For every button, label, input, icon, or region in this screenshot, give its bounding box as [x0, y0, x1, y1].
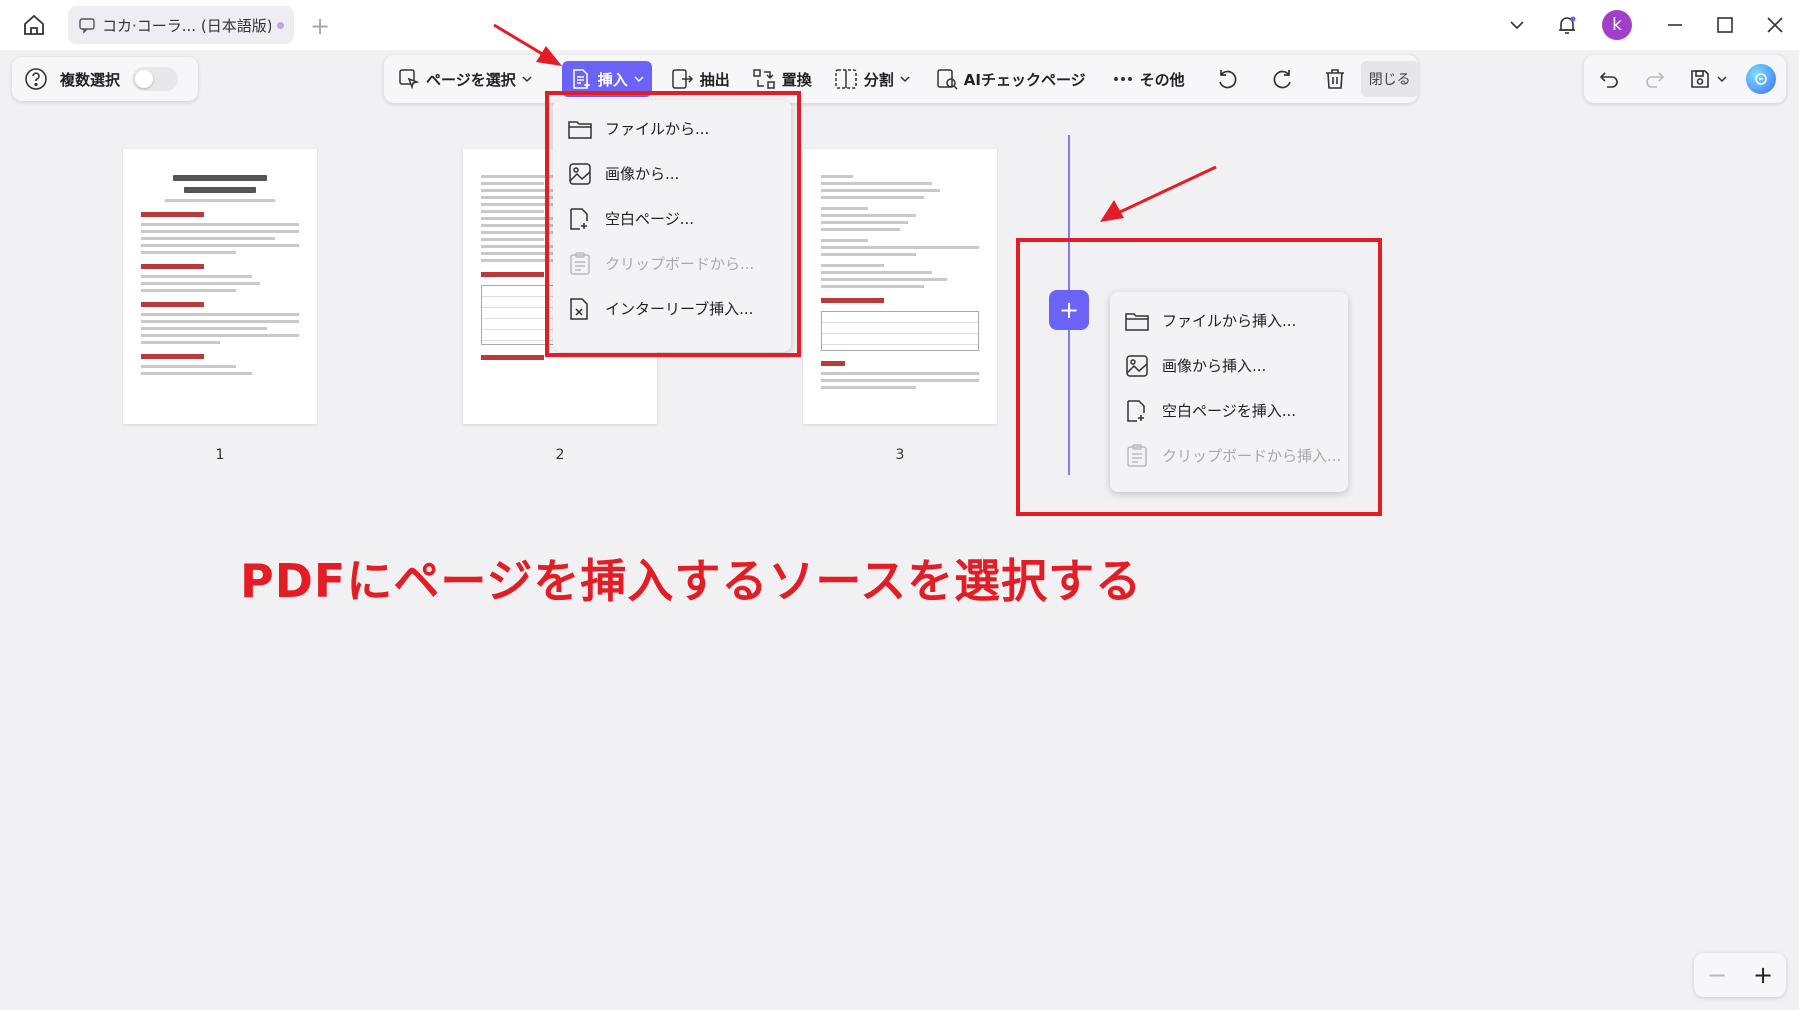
zoom-controls: − + [1694, 953, 1786, 997]
more-dots-icon [1113, 77, 1132, 81]
undo-button[interactable] [1592, 62, 1626, 96]
account-button[interactable]: k [1600, 8, 1634, 42]
save-icon [1691, 70, 1709, 88]
delete-page-button[interactable] [1315, 61, 1361, 97]
replace-label: 置換 [781, 70, 812, 89]
multi-select-label: 複数選択 [60, 70, 121, 89]
history-panel [1584, 55, 1786, 103]
replace-icon [752, 69, 775, 89]
minimize-icon [1668, 24, 1682, 26]
document-tab[interactable]: コカ·コーラ... (日本語版) [68, 6, 294, 44]
page-number: 1 [215, 447, 225, 463]
rotate-right-icon [1273, 70, 1291, 89]
chevron-down-icon [1510, 21, 1524, 30]
split-icon [835, 69, 857, 89]
select-page-button[interactable]: ページを選択 [390, 61, 540, 97]
rotate-right-button[interactable] [1261, 61, 1309, 97]
redo-icon [1646, 72, 1665, 88]
avatar: k [1602, 10, 1632, 40]
trash-icon [1325, 69, 1344, 89]
insert-page-icon [572, 69, 590, 89]
home-icon [24, 14, 44, 35]
ai-check-label: AIチェックページ [963, 70, 1086, 89]
insert-label: 挿入 [597, 70, 628, 89]
tab-list-button[interactable] [1500, 8, 1534, 42]
cursor-select-icon [399, 69, 420, 90]
chevron-down-icon [900, 76, 910, 83]
annotation-caption: PDFにページを挿入するソースを選択する [240, 554, 1143, 608]
redo-button[interactable] [1638, 62, 1672, 96]
page-number: 2 [555, 447, 565, 463]
select-page-label: ページを選択 [426, 70, 516, 89]
help-icon[interactable] [24, 67, 48, 91]
title-bar: コカ·コーラ... (日本語版) + k [0, 0, 1799, 50]
rotate-left-icon [1218, 70, 1237, 89]
ai-assistant-button[interactable] [1744, 62, 1778, 96]
notification-button[interactable] [1550, 8, 1584, 42]
more-button[interactable]: その他 [1104, 61, 1193, 97]
page-toolbar: ページを選択 挿入 抽出 置換 分割 AIチェックページ その他 閉じる [384, 55, 1419, 103]
zoom-out-button[interactable]: − [1702, 961, 1732, 989]
ai-check-icon [937, 69, 958, 90]
page-thumbnail-1[interactable] [123, 149, 317, 424]
split-button[interactable]: 分割 [826, 61, 918, 97]
home-button[interactable] [16, 10, 52, 40]
page-number: 3 [895, 447, 905, 463]
minimize-button[interactable] [1658, 8, 1692, 42]
maximize-button[interactable] [1708, 8, 1742, 42]
close-icon [1767, 17, 1783, 33]
comment-doc-icon [79, 18, 95, 34]
extract-icon [671, 69, 693, 89]
close-page-mode-button[interactable]: 閉じる [1360, 61, 1419, 97]
multi-select-panel: 複数選択 [12, 57, 198, 101]
highlight-box-context-menu [1016, 238, 1382, 516]
maximize-icon [1717, 17, 1733, 33]
page-thumbnail-3[interactable] [803, 149, 997, 424]
extract-label: 抽出 [699, 70, 730, 89]
bell-icon [1559, 16, 1576, 34]
highlight-box-insert-menu [545, 91, 801, 357]
multi-select-toggle[interactable] [132, 67, 179, 91]
save-button[interactable] [1684, 62, 1732, 96]
unsaved-dot [277, 21, 284, 29]
rotate-left-button[interactable] [1207, 61, 1255, 97]
chevron-down-icon [634, 76, 644, 83]
split-label: 分割 [863, 70, 894, 89]
ai-check-page-button[interactable]: AIチェックページ [928, 61, 1094, 97]
ai-assistant-icon [1746, 64, 1776, 94]
chevron-down-icon [522, 76, 532, 83]
new-tab-button[interactable]: + [310, 12, 330, 40]
undo-icon [1599, 72, 1618, 88]
tab-title: コカ·コーラ... (日本語版) [102, 16, 271, 35]
chevron-down-icon [1717, 76, 1727, 83]
zoom-in-button[interactable]: + [1748, 961, 1778, 989]
more-label: その他 [1139, 70, 1185, 89]
close-window-button[interactable] [1758, 8, 1792, 42]
